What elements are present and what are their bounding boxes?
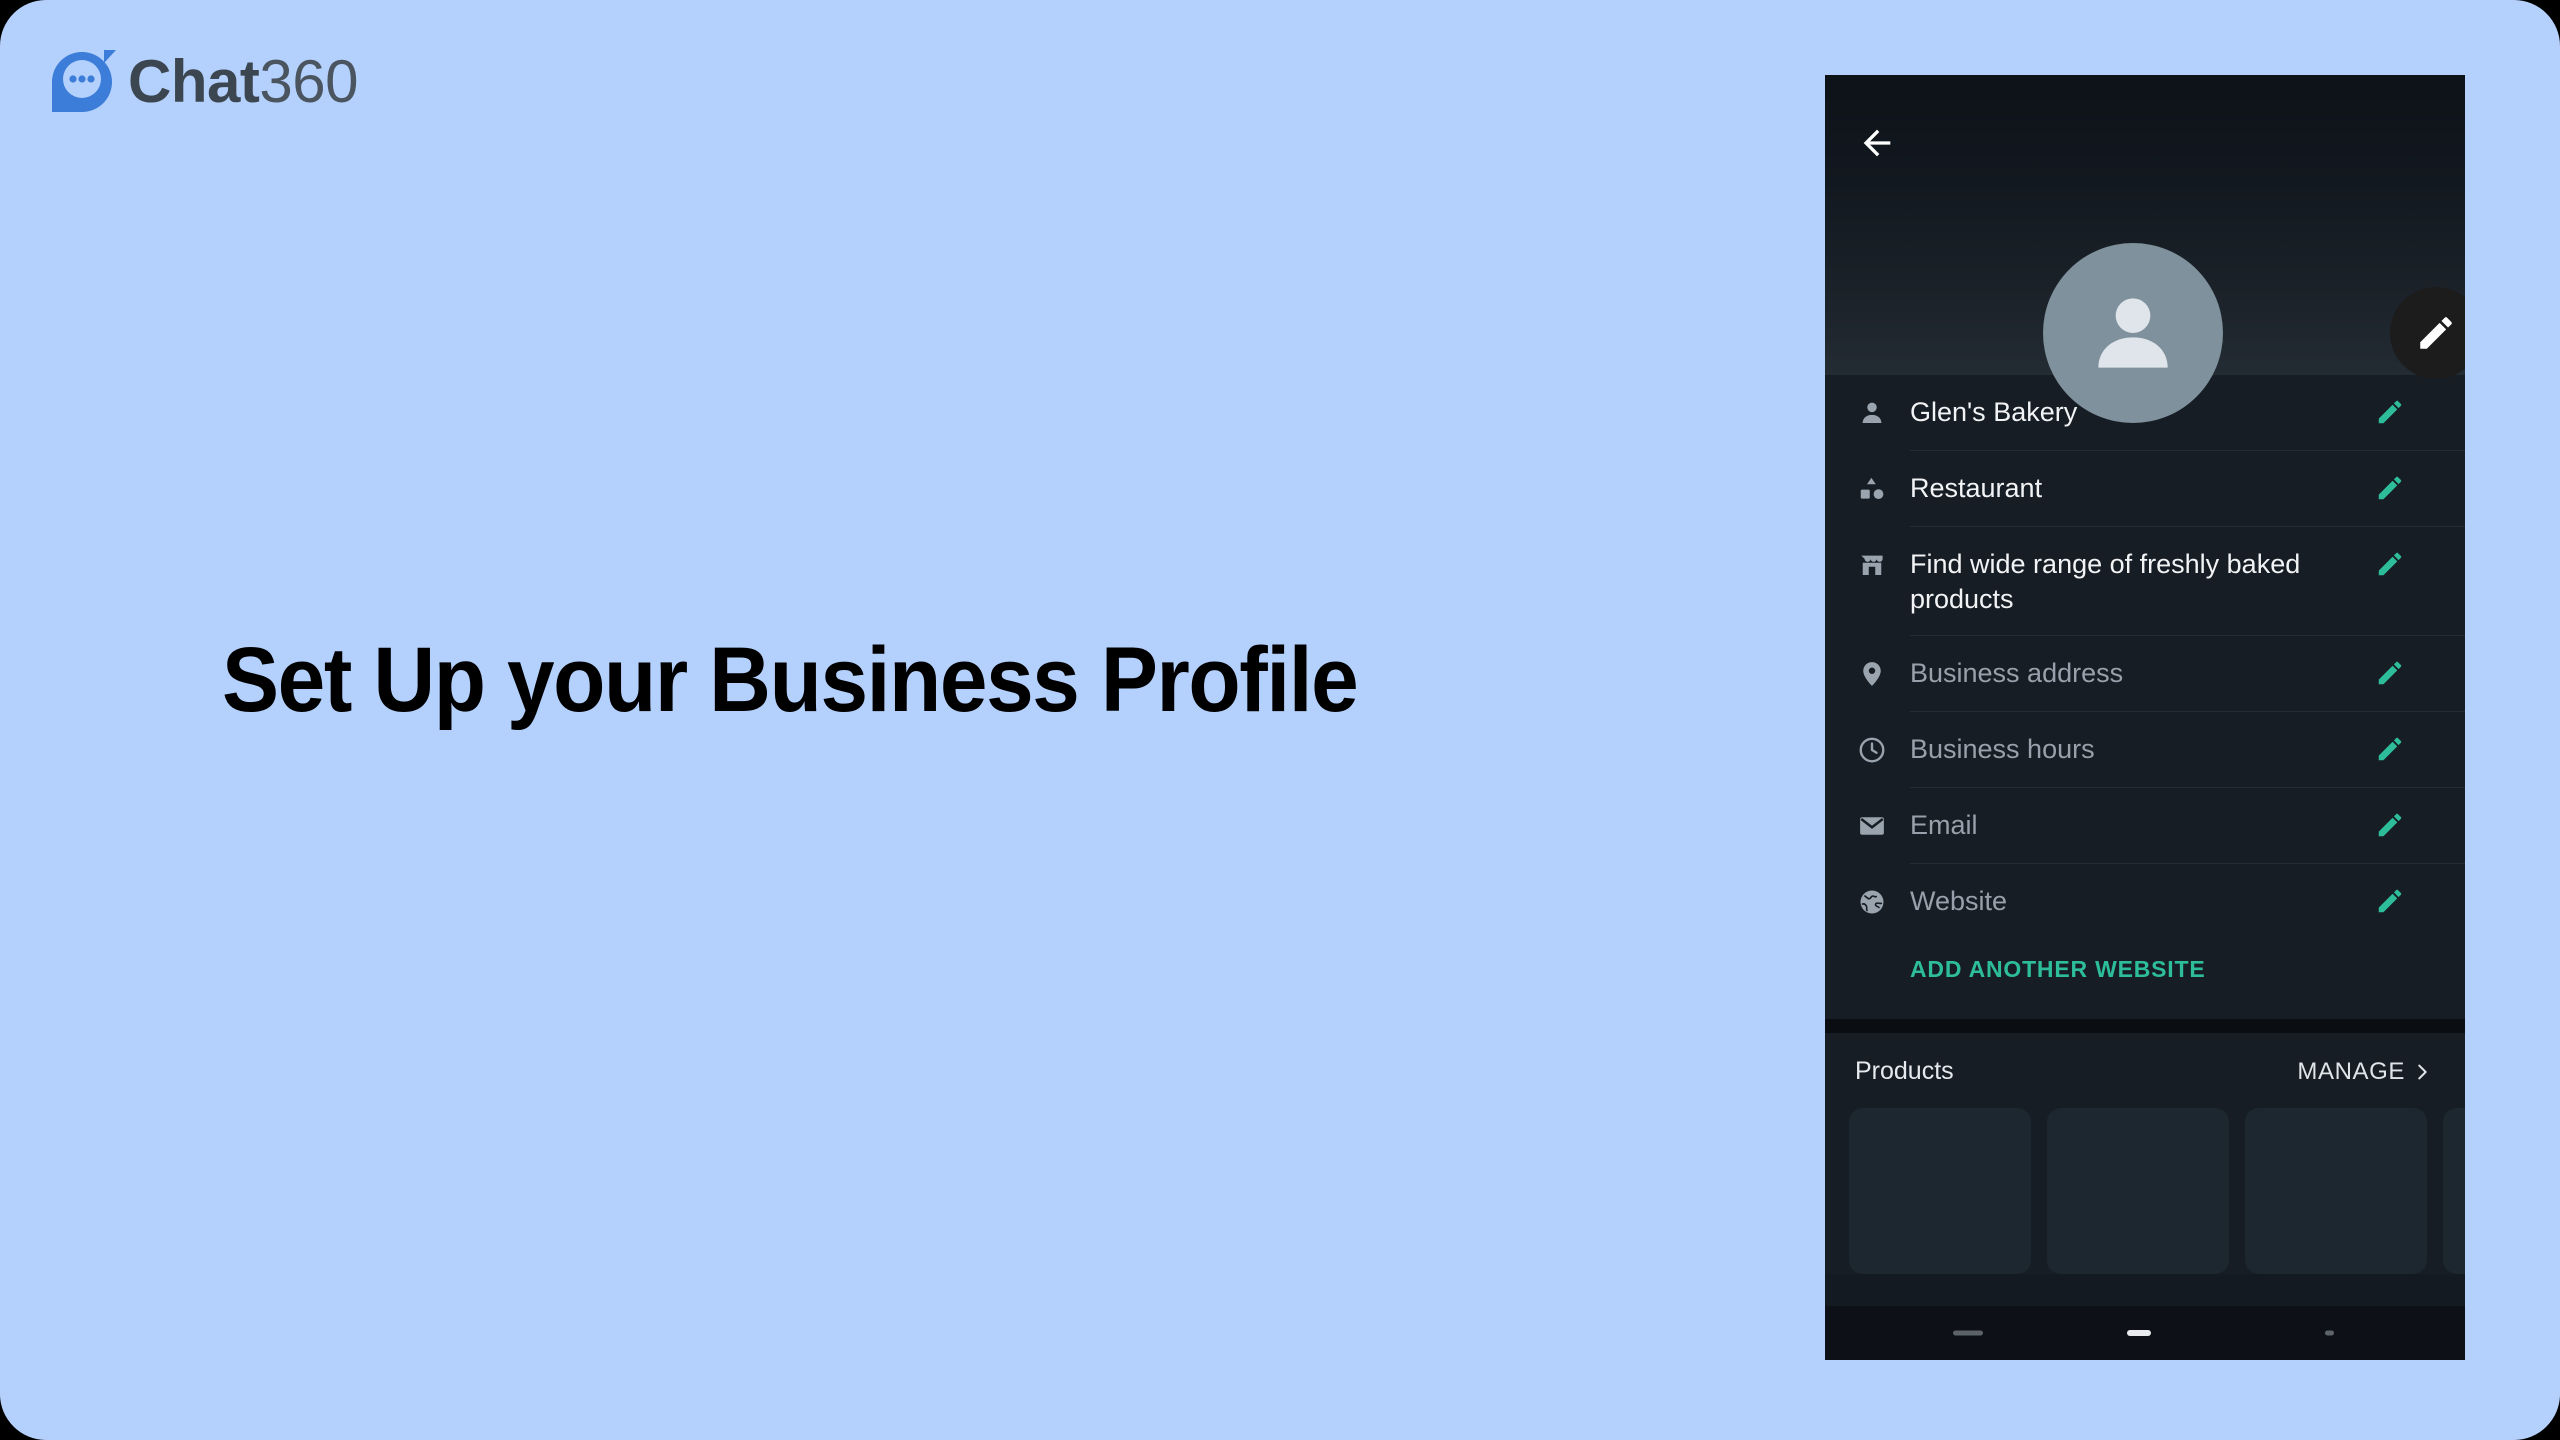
brand-wordmark: Chat360 (128, 52, 358, 112)
add-another-website-button[interactable]: ADD ANOTHER WEBSITE (1825, 940, 2465, 993)
brand-logo: Chat360 (46, 46, 358, 118)
info-row-value: Business hours (1910, 734, 2095, 765)
info-row-category[interactable]: Restaurant (1825, 451, 2465, 527)
phone-mockup: Glen's Bakery Restaurant Find wide range… (1825, 75, 2465, 1360)
storefront-icon (1857, 547, 1910, 580)
product-card-list (1825, 1086, 2465, 1275)
info-row-hours[interactable]: Business hours (1825, 712, 2465, 789)
clock-icon (1857, 732, 1910, 765)
nav-back-icon[interactable] (2325, 1330, 2334, 1336)
products-section: Products MANAGE (1825, 1033, 2465, 1275)
pencil-edit-icon[interactable] (2375, 732, 2415, 764)
android-nav-bar (1825, 1306, 2465, 1360)
home-indicator-icon[interactable] (2127, 1330, 2151, 1336)
globe-website-icon (1857, 884, 1910, 917)
product-card[interactable] (2245, 1108, 2427, 1275)
products-manage-label: MANAGE (2297, 1057, 2405, 1085)
email-envelope-icon (1857, 808, 1910, 841)
info-row-description[interactable]: Find wide range of freshly baked product… (1825, 527, 2465, 637)
pencil-edit-icon[interactable] (2375, 656, 2415, 688)
person-icon (1857, 395, 1910, 428)
category-shapes-icon (1857, 471, 1910, 504)
page-title: Set Up your Business Profile (222, 629, 1359, 731)
brand-name-light: 360 (259, 48, 358, 115)
info-row-email[interactable]: Email (1825, 788, 2465, 865)
back-arrow-icon[interactable] (1857, 123, 1897, 163)
product-card[interactable] (1849, 1108, 2031, 1275)
info-row-value: Business address (1910, 658, 2124, 689)
products-header: Products MANAGE (1825, 1057, 2465, 1086)
pencil-edit-icon[interactable] (2375, 395, 2415, 427)
pencil-edit-icon[interactable] (2375, 471, 2415, 503)
info-row-value: Restaurant (1910, 473, 2043, 503)
info-row-address[interactable]: Business address (1825, 636, 2465, 713)
recent-apps-icon[interactable] (1953, 1330, 1983, 1336)
products-title: Products (1855, 1057, 1954, 1086)
section-gap (1825, 1019, 2465, 1034)
chat-bubble-logo-icon (52, 50, 116, 112)
business-info-list: Glen's Bakery Restaurant Find wide range… (1825, 375, 2465, 1020)
pencil-edit-icon[interactable] (2375, 547, 2415, 579)
location-pin-icon (1857, 656, 1910, 689)
product-card[interactable] (2047, 1108, 2229, 1275)
pencil-edit-icon[interactable] (2375, 808, 2415, 840)
pencil-edit-icon (2420, 317, 2452, 349)
info-row-value: Find wide range of freshly baked product… (1910, 549, 2301, 614)
brand-name-strong: Chat (128, 48, 260, 115)
info-row-value: Email (1910, 810, 1978, 841)
person-avatar-icon (2098, 298, 2168, 368)
slide-canvas: Chat360 Set Up your Business Profile Gle… (0, 0, 2560, 1440)
pencil-edit-icon[interactable] (2375, 884, 2415, 916)
info-row-value: Website (1910, 886, 2008, 917)
chevron-right-icon (2418, 1064, 2427, 1080)
product-card[interactable] (2443, 1108, 2465, 1275)
info-row-website[interactable]: Website (1825, 864, 2465, 940)
products-manage-button[interactable]: MANAGE (2297, 1058, 2433, 1086)
avatar[interactable] (2043, 243, 2223, 423)
